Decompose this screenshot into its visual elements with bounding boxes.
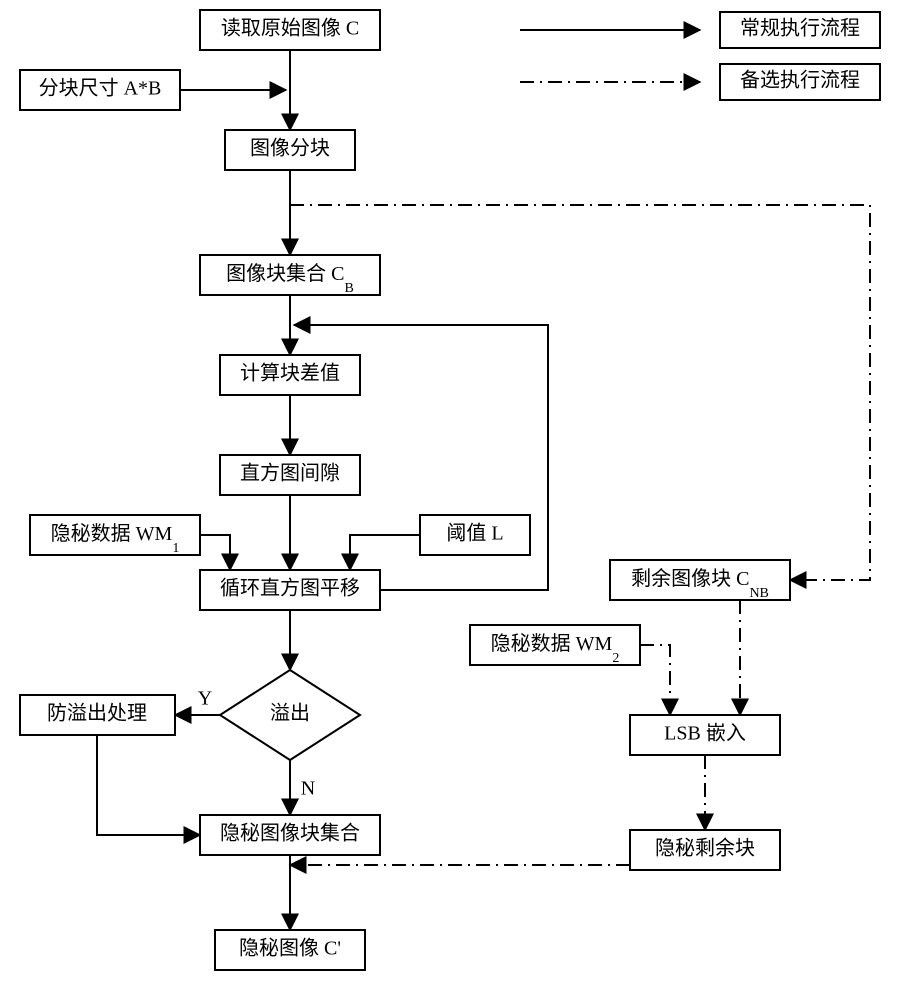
svg-text:阈值 L: 阈值 L — [446, 522, 503, 545]
label-yes: Y — [198, 688, 212, 710]
legend: 常规执行流程 备选执行流程 — [520, 12, 880, 100]
label-no: N — [301, 778, 315, 800]
legend-dashed-label: 备选执行流程 — [740, 69, 860, 92]
node-thresh-l: 阈值 L — [420, 515, 530, 555]
node-wm1: 隐秘数据 WM1 — [30, 515, 200, 556]
node-anti-overflow: 防溢出处理 — [20, 695, 175, 735]
edge-threshl-loop — [350, 535, 420, 570]
svg-text:隐秘图像 C': 隐秘图像 C' — [239, 937, 341, 960]
node-loop-shift: 循环直方图平移 — [200, 570, 380, 610]
node-secret-rest: 隐秘剩余块 — [630, 830, 780, 870]
node-overflow: 溢出 — [220, 670, 360, 760]
svg-text:图像分块: 图像分块 — [250, 137, 330, 160]
flowchart: 常规执行流程 备选执行流程 读取原始图像 C 分块尺寸 A*B 图像分块 图像块… — [0, 0, 917, 1000]
svg-text:计算块差值: 计算块差值 — [240, 362, 340, 385]
svg-text:防溢出处理: 防溢出处理 — [47, 702, 147, 725]
node-wm2: 隐秘数据 WM2 — [470, 625, 640, 666]
edge-antiov-secret — [97, 735, 200, 835]
svg-text:溢出: 溢出 — [270, 702, 310, 725]
svg-text:循环直方图平移: 循环直方图平移 — [220, 577, 360, 600]
edge-wm1-loop — [200, 535, 230, 570]
node-calc-diff: 计算块差值 — [220, 355, 360, 395]
node-split: 图像分块 — [225, 130, 355, 170]
svg-text:读取原始图像 C: 读取原始图像 C — [221, 17, 359, 40]
node-cb: 图像块集合 CB — [200, 255, 380, 296]
node-read-c: 读取原始图像 C — [200, 10, 380, 50]
node-hist-gap: 直方图间隙 — [220, 455, 360, 495]
node-lsb: LSB 嵌入 — [630, 715, 780, 755]
svg-text:隐秘剩余块: 隐秘剩余块 — [655, 837, 755, 860]
svg-text:分块尺寸 A*B: 分块尺寸 A*B — [39, 77, 162, 100]
svg-text:直方图间隙: 直方图间隙 — [240, 462, 340, 485]
node-secret-image: 隐秘图像 C' — [215, 930, 365, 970]
edge-wm2-lsb — [640, 645, 670, 715]
svg-text:隐秘图像块集合: 隐秘图像块集合 — [220, 822, 360, 845]
node-block-size: 分块尺寸 A*B — [20, 70, 180, 110]
node-secret-blocks: 隐秘图像块集合 — [200, 815, 380, 855]
node-cnb: 剩余图像块 CNB — [610, 560, 790, 601]
svg-text:LSB 嵌入: LSB 嵌入 — [664, 722, 746, 745]
legend-solid-label: 常规执行流程 — [740, 17, 860, 40]
